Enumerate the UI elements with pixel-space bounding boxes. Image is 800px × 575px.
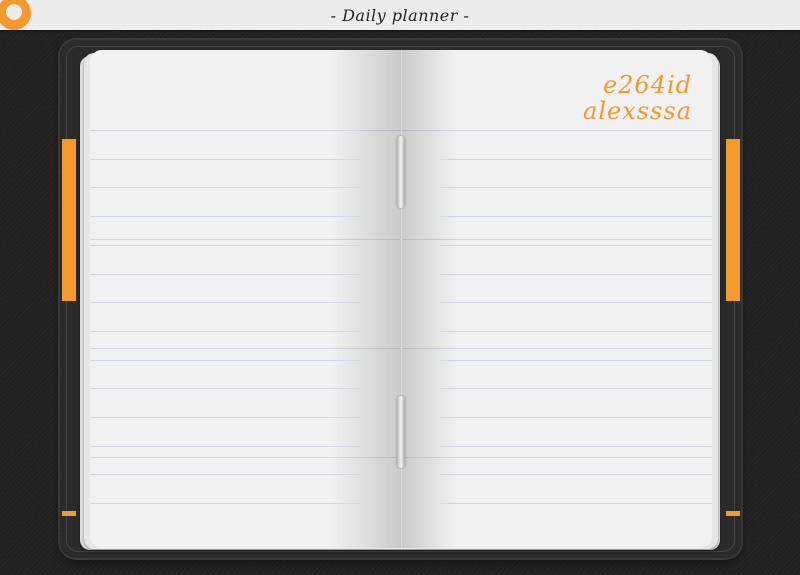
ruled-line-left [90,187,360,188]
ruled-line-right [440,302,712,303]
ruled-line-right [440,446,712,447]
ruled-line-right [440,417,712,418]
ruled-line-left [90,331,360,332]
ruled-line-right [440,360,712,361]
user-id: e264id [602,71,692,99]
user-signature: e264id alexsssa [583,72,692,124]
elastic-strap-right [726,511,740,516]
notebook-spine [400,50,402,548]
ruled-line-left [90,130,360,131]
ruled-line-left [90,417,360,418]
ruled-line-left [90,216,360,217]
user-name: alexsssa [583,97,692,125]
ruled-line-left [90,474,360,475]
ruled-line-right [440,474,712,475]
ruled-line-right [440,331,712,332]
ruled-line-left [90,302,360,303]
ruled-line-left [90,360,360,361]
ruled-line-right [440,274,712,275]
binder-ring-top [397,136,405,208]
top-bar: - Daily planner - [0,0,800,30]
ruled-line-left [90,245,360,246]
ruled-line-right [440,216,712,217]
ruled-line-right [440,503,712,504]
notebook-pages: e264id alexsssa [90,50,712,548]
ruled-line-left [90,388,360,389]
ruled-line-left [90,503,360,504]
ruled-line-left [90,274,360,275]
bookmark-band-left [62,139,76,301]
ruled-line-left [90,446,360,447]
binder-ring-bottom [397,396,405,468]
ruled-line-right [440,245,712,246]
ruled-line-right [440,130,712,131]
ruled-line-right [440,388,712,389]
page-title: - Daily planner - [330,6,470,25]
ruled-line-right [440,159,712,160]
bookmark-band-right [726,139,740,301]
elastic-strap-left [62,511,76,516]
ruled-line-right [440,187,712,188]
ruled-line-left [90,159,360,160]
